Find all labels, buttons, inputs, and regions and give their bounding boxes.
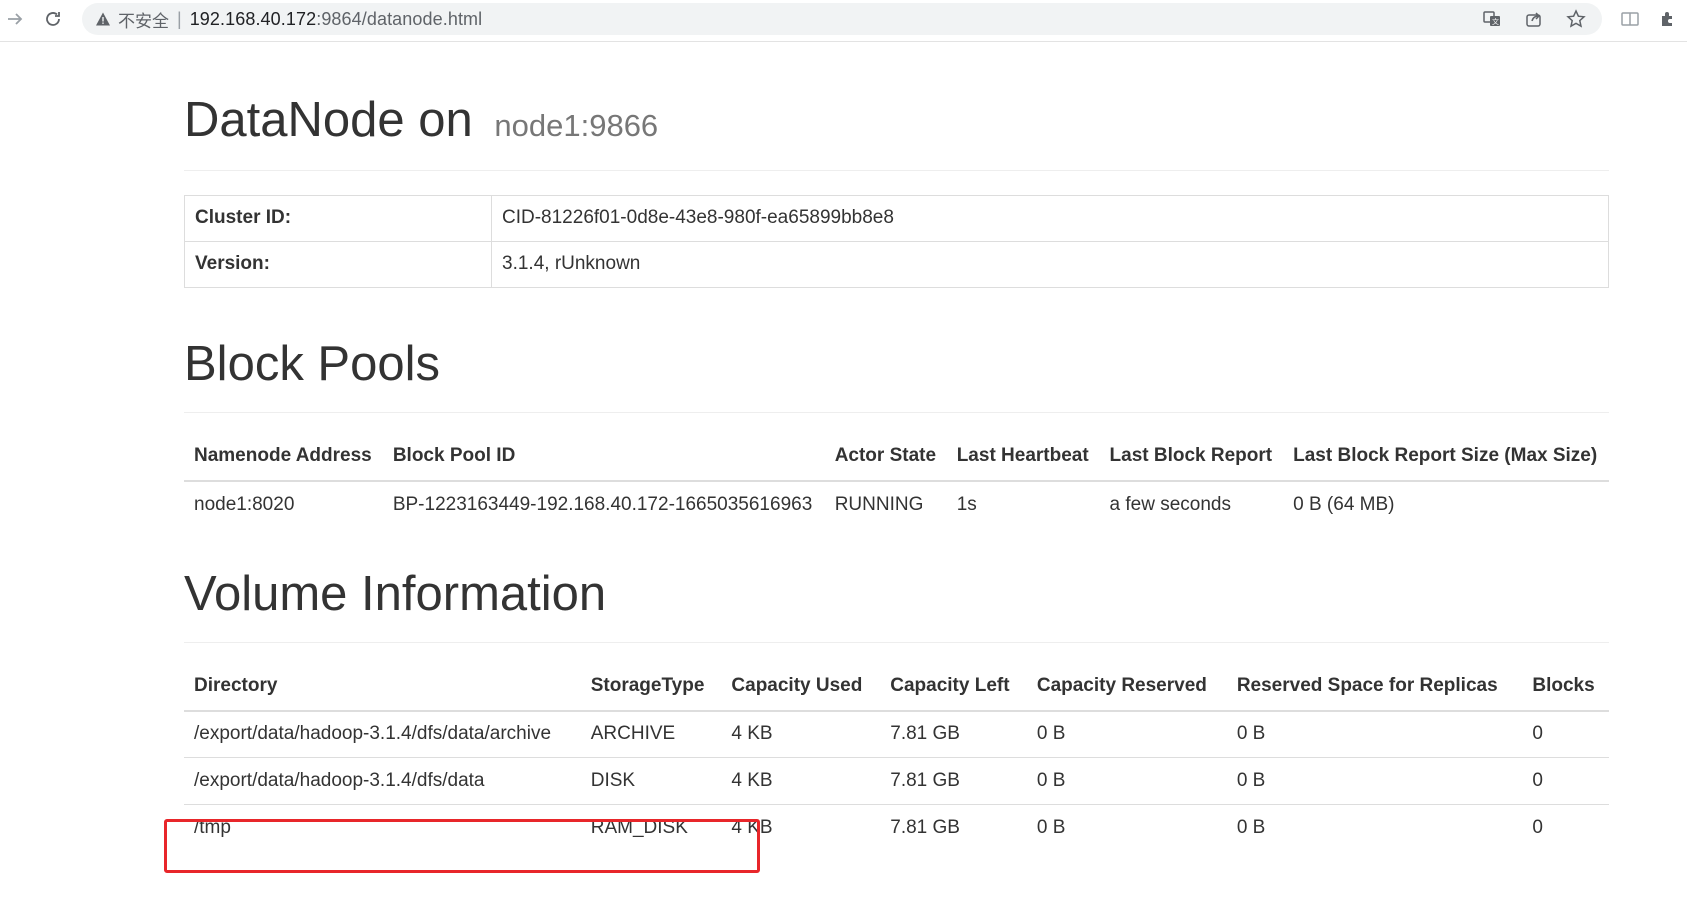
volume-info-table: Directory StorageType Capacity Used Capacit… (184, 662, 1609, 852)
cell-last-block-report: a few seconds (1109, 493, 1231, 515)
info-value: CID-81226f01-0d8e-43e8-980f-ea65899bb8e8 (491, 194, 1609, 242)
block-pools-table: Namenode Address Block Pool ID Actor State… (184, 432, 1609, 528)
info-row: Cluster ID: CID-81226f01-0d8e-43e8-980f-e… (184, 194, 1609, 242)
page-header: DataNode on node1:9866 (184, 93, 1609, 171)
share-icon[interactable] (1524, 9, 1544, 29)
info-value: 3.1.4, rUnknown (491, 240, 1609, 288)
cell-namenode-address: node1:8020 (194, 493, 295, 515)
bookmark-star-icon[interactable] (1566, 9, 1586, 29)
info-key: Version: (184, 240, 492, 288)
table-row: /tmp RAM_DISK 4 KB 7.81 GB 0 B0 B0 (184, 804, 1609, 852)
cell-capacity-reserved: 0 B (1026, 757, 1227, 805)
column-header-last-block-report: Last Block Report (1099, 432, 1284, 482)
volume-info-header: Volume Information (184, 566, 1609, 643)
cell-directory: /tmp (184, 804, 581, 852)
cell-last-heartbeat: 1s (956, 493, 977, 515)
page-title-text: DataNode on (184, 93, 473, 147)
cell-blocks: 0 (1522, 804, 1609, 852)
page-content: DataNode on node1:9866 Cluster ID: CID-81… (184, 42, 1609, 852)
volume-info-heading: Volume Information (184, 566, 607, 621)
column-header-blocks: Blocks (1522, 662, 1609, 712)
url-path: :9864/datanode.html (316, 8, 483, 29)
table-row: /export/data/hadoop-3.1.4/dfs/data DISK 4 … (184, 757, 1609, 805)
cell-capacity-used: 4 KB (731, 723, 773, 745)
column-header-capacity-used: Capacity Used (721, 662, 881, 712)
extensions-puzzle-icon[interactable] (1656, 7, 1680, 31)
cell-capacity-left: 7.81 GB (890, 723, 960, 745)
column-header-directory: Directory (184, 662, 581, 712)
cell-capacity-left: 7.81 GB (880, 757, 1027, 805)
cell-reserved-space-replicas: 0 B (1226, 804, 1523, 852)
cell-block-pool-id: BP-1223163449-192.168.40.172-16650356169… (392, 493, 813, 515)
url-text[interactable]: 192.168.40.172:9864/datanode.html (190, 9, 483, 30)
url-separator: | (177, 8, 182, 29)
cell-storage-type: ARCHIVE (590, 723, 676, 745)
table-row: node1:8020 BP-1223163449-192.168.40.172-1… (184, 481, 1609, 528)
browser-toolbar: 不安全 | 192.168.40.172:9864/datanode.html … (0, 0, 1687, 42)
security-label[interactable]: 不安全 (118, 7, 169, 32)
column-header-capacity-reserved: Capacity Reserved (1026, 662, 1227, 712)
column-header-reserved-space-replicas: Reserved Space for Replicas (1226, 662, 1523, 712)
column-header-namenode-address: Namenode Address (184, 432, 383, 482)
cell-capacity-reserved: 0 B (1026, 804, 1227, 852)
reload-icon[interactable] (38, 4, 68, 34)
cell-storage-type: RAM_DISK (580, 804, 722, 852)
svg-text:文: 文 (1492, 17, 1499, 26)
info-key: Cluster ID: (184, 194, 492, 242)
cell-actor-state: RUNNING (834, 493, 924, 515)
column-header-actor-state: Actor State (824, 432, 947, 482)
url-host: 192.168.40.172 (189, 8, 317, 29)
datanode-info-table: Cluster ID: CID-81226f01-0d8e-43e8-980f-e… (184, 194, 1609, 288)
block-pools-heading: Block Pools (184, 336, 441, 391)
block-pools-header: Block Pools (184, 336, 1609, 413)
column-header-storage-type: StorageType (580, 662, 722, 712)
reading-mode-icon[interactable] (1618, 7, 1642, 31)
cell-last-block-report-size: 0 B (64 MB) (1293, 493, 1395, 515)
column-header-capacity-left: Capacity Left (880, 662, 1027, 712)
column-header-last-heartbeat: Last Heartbeat (946, 432, 1100, 482)
column-header-block-pool-id: Block Pool ID (382, 432, 825, 482)
address-bar[interactable]: 不安全 | 192.168.40.172:9864/datanode.html … (82, 3, 1602, 35)
cell-capacity-used: 4 KB (721, 804, 881, 852)
page-title: DataNode on node1:9866 (184, 93, 1609, 148)
cell-reserved-space-replicas: 0 B (1236, 723, 1266, 745)
cell-blocks: 0 (1532, 723, 1543, 745)
datanode-host: node1:9866 (494, 108, 659, 143)
cell-capacity-left: 7.81 GB (880, 804, 1027, 852)
table-row: /export/data/hadoop-3.1.4/dfs/data/archi… (184, 711, 1609, 758)
forward-icon[interactable] (0, 4, 30, 34)
cell-reserved-space-replicas: 0 B (1226, 757, 1523, 805)
cell-capacity-used: 4 KB (721, 757, 881, 805)
translate-icon[interactable]: 文 (1482, 9, 1502, 29)
warning-icon[interactable] (94, 10, 112, 28)
cell-storage-type: DISK (580, 757, 722, 805)
cell-blocks: 0 (1522, 757, 1609, 805)
info-row: Version: 3.1.4, rUnknown (184, 240, 1609, 288)
cell-directory: /export/data/hadoop-3.1.4/dfs/data (184, 757, 581, 805)
cell-directory: /export/data/hadoop-3.1.4/dfs/data/archi… (194, 723, 552, 745)
column-header-last-block-report-size: Last Block Report Size (Max Size) (1283, 432, 1609, 482)
cell-capacity-reserved: 0 B (1036, 723, 1066, 745)
